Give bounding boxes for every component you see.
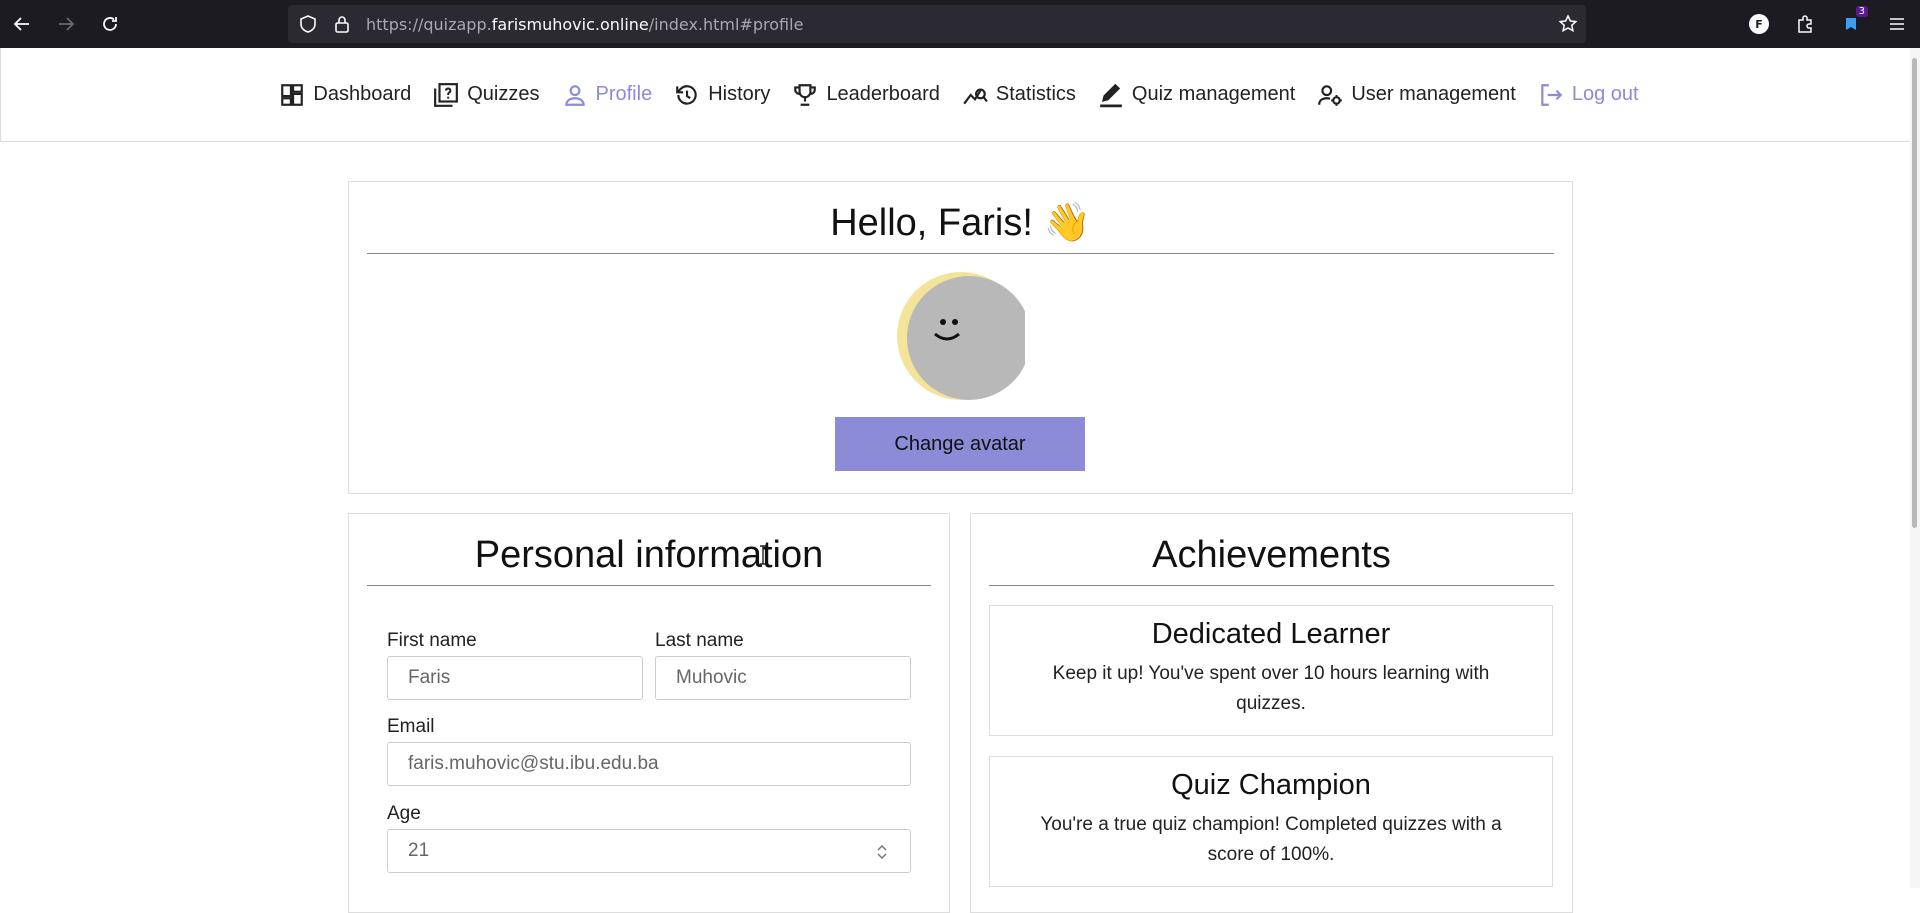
reload-icon — [103, 17, 117, 31]
achievement-item: Quiz Champion You're a true quiz champio… — [989, 756, 1553, 887]
change-avatar-button[interactable]: Change avatar — [835, 417, 1085, 471]
arrow-left-icon — [13, 17, 29, 31]
nav-label: History — [708, 83, 771, 105]
trophy-icon — [794, 83, 817, 106]
back-button[interactable] — [0, 0, 44, 48]
shield-icon[interactable] — [298, 14, 318, 34]
bookmark-star-icon[interactable] — [1558, 14, 1578, 34]
account-avatar-icon: F — [1749, 14, 1769, 34]
nav-label: Profile — [595, 83, 653, 105]
text-cursor-icon — [760, 545, 766, 565]
nav-item-profile[interactable]: Profile — [562, 82, 653, 108]
nav-item-history[interactable]: History — [674, 82, 770, 108]
user-icon — [564, 84, 585, 106]
nav-label: Quiz management — [1131, 83, 1296, 105]
nav-item-quiz-management[interactable]: Quiz management — [1098, 82, 1295, 108]
reload-button[interactable] — [88, 0, 132, 48]
hamburger-menu-icon — [1890, 18, 1904, 30]
url-text: https://quizapp.farismuhovic.online/inde… — [366, 15, 804, 34]
nav-item-quizzes[interactable]: Quizzes — [433, 82, 540, 108]
forward-button[interactable] — [44, 0, 88, 48]
notification-count: 3 — [1855, 6, 1868, 17]
personal-information-title: Personal information — [367, 534, 931, 586]
email-label: Email — [387, 716, 435, 737]
nav-label: Quizzes — [467, 83, 540, 105]
user-gear-icon — [1318, 84, 1343, 106]
page-scrollbar[interactable] — [1910, 48, 1920, 888]
nav-label: Statistics — [995, 83, 1076, 105]
greeting-title: Hello, Faris! 👋 — [367, 202, 1554, 254]
history-icon — [676, 84, 697, 105]
achievement-item: Dedicated Learner Keep it up! You've spe… — [989, 605, 1553, 736]
achievement-description: Keep it up! You've spent over 10 hours l… — [1052, 663, 1490, 714]
personal-information-card: Personal information First name Faris La… — [348, 513, 950, 913]
nav-label: Leaderboard — [826, 83, 940, 105]
last-name-field[interactable]: Muhovic — [655, 656, 911, 700]
profile-extension[interactable]: F — [1736, 0, 1782, 48]
quiz-icon — [434, 82, 459, 107]
avatar — [897, 272, 1025, 400]
last-name-label: Last name — [655, 630, 744, 651]
bell-ext-icon — [1846, 18, 1856, 30]
notifications-extension[interactable]: 3 — [1828, 0, 1874, 48]
nav-item-user-management[interactable]: User management — [1317, 82, 1516, 108]
extensions-button[interactable] — [1782, 0, 1828, 48]
nav-item-statistics[interactable]: Statistics — [962, 82, 1076, 108]
nav-label: User management — [1351, 83, 1516, 105]
email-field[interactable]: faris.muhovic@stu.ibu.edu.ba — [387, 742, 911, 786]
achievements-card: Achievements Dedicated Learner Keep it u… — [970, 513, 1573, 913]
browser-toolbar: https://quizapp.farismuhovic.online/inde… — [0, 0, 1920, 48]
age-value: 21 — [408, 840, 430, 861]
scrollbar-thumb[interactable] — [1912, 58, 1917, 528]
chevron-up-down-icon — [877, 844, 887, 860]
puzzle-icon — [1798, 15, 1812, 33]
nav-item-logout[interactable]: Log out — [1538, 82, 1639, 108]
edit-icon — [1100, 83, 1122, 107]
lock-icon[interactable] — [332, 14, 352, 34]
age-select[interactable]: 21 — [387, 829, 911, 873]
first-name-label: First name — [387, 630, 477, 651]
achievement-name: Quiz Champion — [1171, 769, 1371, 801]
logout-icon — [1541, 83, 1563, 106]
menu-button[interactable] — [1874, 0, 1920, 48]
arrow-right-icon — [59, 17, 75, 31]
achievement-description: You're a true quiz champion! Completed q… — [1040, 814, 1502, 865]
app-navbar: Dashboard Quizzes Profile History Leader… — [0, 48, 1920, 142]
statistics-icon — [963, 88, 988, 104]
nav-item-dashboard[interactable]: Dashboard — [279, 82, 411, 108]
achievement-name: Dedicated Learner — [1151, 618, 1391, 650]
age-label: Age — [387, 803, 421, 824]
nav-item-leaderboard[interactable]: Leaderboard — [792, 82, 940, 108]
address-bar[interactable]: https://quizapp.farismuhovic.online/inde… — [288, 5, 1586, 43]
first-name-field[interactable]: Faris — [387, 656, 643, 700]
achievements-title: Achievements — [989, 534, 1554, 586]
nav-label: Dashboard — [313, 83, 412, 105]
profile-header-card: Hello, Faris! 👋 Change avatar — [348, 181, 1573, 494]
nav-label: Log out — [1571, 83, 1639, 105]
dashboard-icon — [281, 83, 304, 106]
